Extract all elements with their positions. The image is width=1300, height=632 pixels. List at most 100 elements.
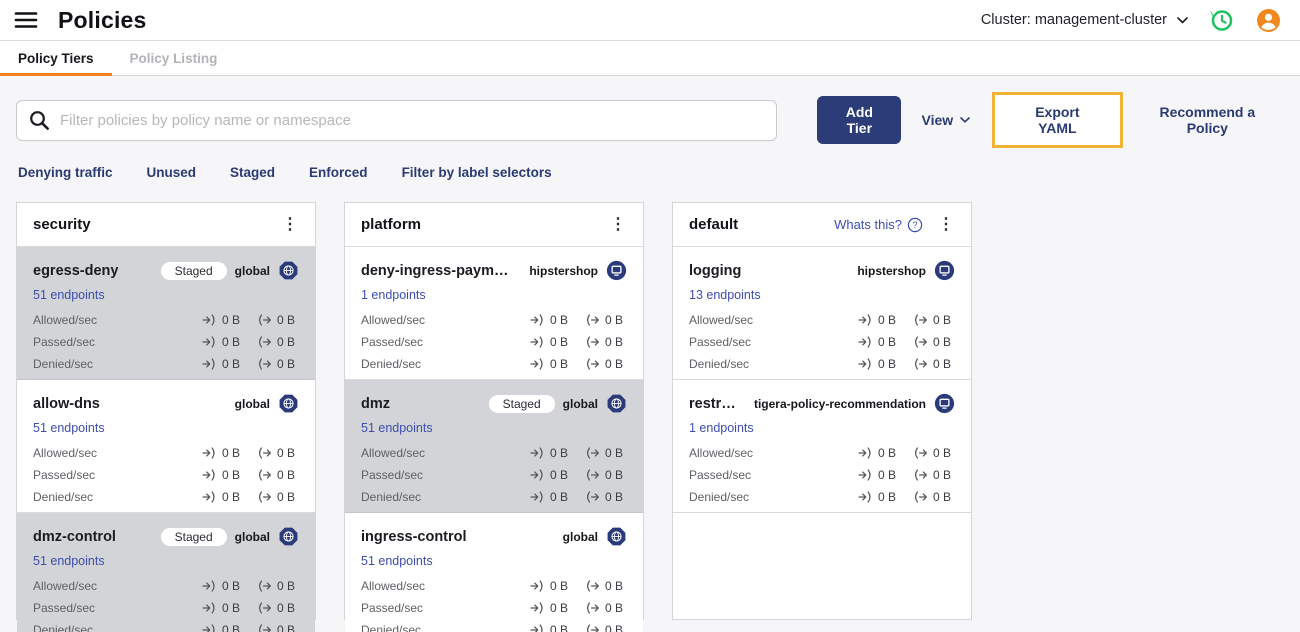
- egress-arrow-icon: [258, 491, 271, 503]
- endpoints-link[interactable]: 51 endpoints: [33, 554, 105, 568]
- policy-scope-label: global: [234, 529, 270, 544]
- egress-stat: 0 B: [585, 490, 627, 504]
- ingress-value: 0 B: [550, 313, 569, 327]
- policy-card-deny-ingress-paymentservi[interactable]: deny-ingress-paymentservi… hipstershop 1…: [345, 247, 643, 380]
- policy-card-dmz[interactable]: dmz Staged global 51 endpoints Allowed/s…: [345, 380, 643, 513]
- egress-arrow-icon: [258, 336, 271, 348]
- policy-scope-label: hipstershop: [529, 263, 598, 278]
- metric-label: Allowed/sec: [33, 579, 98, 593]
- policy-card-restricted[interactable]: restricted tigera-policy-recommendation …: [673, 380, 971, 513]
- ingress-arrow-icon: [858, 336, 871, 348]
- endpoints-link[interactable]: 51 endpoints: [33, 421, 105, 435]
- egress-arrow-icon: [586, 358, 599, 370]
- endpoints-link[interactable]: 51 endpoints: [361, 554, 433, 568]
- hamburger-menu-icon[interactable]: [14, 10, 40, 30]
- metric-row: Allowed/sec 0 B 0 B: [33, 579, 299, 593]
- view-dropdown-button[interactable]: View: [909, 104, 982, 136]
- whats-this-link[interactable]: Whats this? ?: [834, 217, 923, 233]
- add-tier-button[interactable]: Add Tier: [817, 96, 902, 144]
- policy-search-input[interactable]: [60, 111, 765, 129]
- metric-label: Allowed/sec: [33, 446, 98, 460]
- filter-by-label-selectors[interactable]: Filter by label selectors: [402, 165, 552, 180]
- ingress-stat: 0 B: [202, 601, 244, 615]
- tier-kebab-menu-icon[interactable]: ⋮: [933, 215, 959, 235]
- egress-value: 0 B: [933, 468, 952, 482]
- policy-card-allow-dns[interactable]: allow-dns global 51 endpoints Allowed/se…: [17, 380, 315, 513]
- metric-label: Denied/sec: [33, 357, 94, 371]
- endpoints-link[interactable]: 51 endpoints: [33, 288, 105, 302]
- tier-column-default: default Whats this? ? ⋮ logging hipsters…: [672, 202, 972, 620]
- ingress-value: 0 B: [550, 357, 569, 371]
- ingress-value: 0 B: [878, 468, 897, 482]
- egress-stat: 0 B: [257, 468, 299, 482]
- globe-octagon-icon: [606, 393, 627, 414]
- recommend-policy-button[interactable]: Recommend a Policy: [1133, 96, 1282, 144]
- user-avatar[interactable]: [1255, 7, 1282, 34]
- policy-search-box[interactable]: [16, 99, 778, 141]
- ingress-value: 0 B: [878, 446, 897, 460]
- metric-label: Denied/sec: [361, 623, 422, 632]
- metric-label: Passed/sec: [33, 335, 96, 349]
- filter-enforced[interactable]: Enforced: [309, 165, 368, 180]
- endpoints-link[interactable]: 51 endpoints: [361, 421, 433, 435]
- tab-policy-tiers[interactable]: Policy Tiers: [0, 41, 112, 76]
- egress-value: 0 B: [277, 623, 296, 632]
- egress-stat: 0 B: [585, 579, 627, 593]
- policy-metrics: Allowed/sec 0 B 0 B Passed/sec 0 B 0 B D…: [361, 579, 627, 632]
- tier-header: platform ? ⋮: [345, 203, 643, 247]
- tab-policy-listing[interactable]: Policy Listing: [112, 41, 236, 75]
- endpoints-link[interactable]: 1 endpoints: [361, 288, 426, 302]
- ingress-value: 0 B: [550, 579, 569, 593]
- ingress-value: 0 B: [222, 357, 241, 371]
- egress-arrow-icon: [914, 314, 927, 326]
- ingress-arrow-icon: [530, 469, 543, 481]
- metric-label: Allowed/sec: [689, 446, 754, 460]
- policy-card-logging[interactable]: logging hipstershop 13 endpoints Allowed…: [673, 247, 971, 380]
- metric-label: Denied/sec: [689, 490, 750, 504]
- endpoints-link[interactable]: 13 endpoints: [689, 288, 761, 302]
- tier-kebab-menu-icon[interactable]: ⋮: [605, 215, 631, 235]
- filter-denying-traffic[interactable]: Denying traffic: [18, 165, 113, 180]
- export-yaml-highlight-box: Export YAML: [992, 92, 1123, 148]
- egress-stat: 0 B: [585, 313, 627, 327]
- metric-label: Denied/sec: [33, 623, 94, 632]
- tier-name: default: [689, 216, 739, 233]
- view-dropdown-label: View: [921, 112, 954, 128]
- metric-label: Denied/sec: [689, 357, 750, 371]
- ingress-value: 0 B: [222, 579, 241, 593]
- export-yaml-button[interactable]: Export YAML: [1017, 100, 1097, 140]
- ingress-value: 0 B: [222, 468, 241, 482]
- ingress-stat: 0 B: [530, 313, 572, 327]
- ingress-value: 0 B: [222, 623, 241, 632]
- tier-kebab-menu-icon[interactable]: ⋮: [277, 215, 303, 235]
- filter-staged[interactable]: Staged: [230, 165, 275, 180]
- history-restore-icon[interactable]: [1208, 7, 1235, 34]
- ingress-value: 0 B: [878, 490, 897, 504]
- ingress-arrow-icon: [530, 336, 543, 348]
- policy-metrics: Allowed/sec 0 B 0 B Passed/sec 0 B 0 B D…: [33, 446, 299, 504]
- ingress-stat: 0 B: [530, 446, 572, 460]
- metric-label: Passed/sec: [361, 335, 424, 349]
- egress-stat: 0 B: [257, 623, 299, 632]
- egress-value: 0 B: [605, 313, 624, 327]
- policy-card-ingress-control[interactable]: ingress-control global 51 endpoints Allo…: [345, 513, 643, 632]
- metric-row: Denied/sec 0 B 0 B: [361, 490, 627, 504]
- policy-card-dmz-control[interactable]: dmz-control Staged global 51 endpoints A…: [17, 513, 315, 632]
- ingress-stat: 0 B: [202, 446, 244, 460]
- policy-card-egress-deny[interactable]: egress-deny Staged global 51 endpoints A…: [17, 247, 315, 380]
- metric-label: Allowed/sec: [361, 313, 426, 327]
- cluster-selector[interactable]: Cluster: management-cluster: [981, 12, 1188, 28]
- metric-label: Denied/sec: [361, 357, 422, 371]
- ingress-arrow-icon: [202, 314, 215, 326]
- endpoints-link[interactable]: 1 endpoints: [689, 421, 754, 435]
- egress-value: 0 B: [605, 468, 624, 482]
- ingress-stat: 0 B: [858, 313, 900, 327]
- ingress-arrow-icon: [202, 580, 215, 592]
- ingress-arrow-icon: [202, 491, 215, 503]
- egress-value: 0 B: [605, 601, 624, 615]
- ingress-arrow-icon: [202, 469, 215, 481]
- metric-row: Denied/sec 0 B 0 B: [33, 357, 299, 371]
- ingress-stat: 0 B: [530, 623, 572, 632]
- tab-bar: Policy Tiers Policy Listing: [0, 41, 1300, 76]
- filter-unused[interactable]: Unused: [147, 165, 197, 180]
